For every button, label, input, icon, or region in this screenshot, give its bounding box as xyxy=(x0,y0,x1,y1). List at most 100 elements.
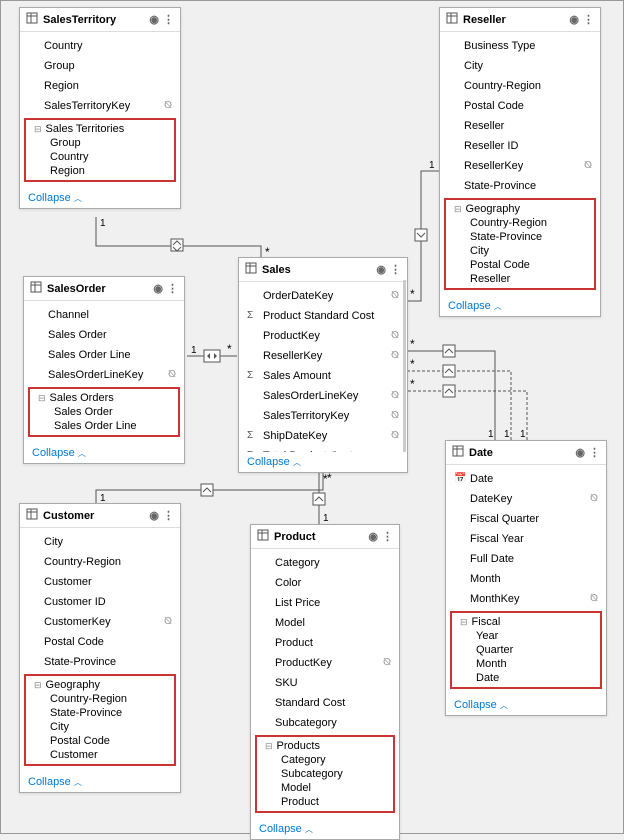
table-header[interactable]: Sales ◉ ⋮ xyxy=(239,258,407,282)
field-row[interactable]: Month xyxy=(446,569,606,589)
field-row[interactable]: Customer xyxy=(20,572,180,592)
field-row[interactable]: ΣTotal Product Cost xyxy=(239,446,407,452)
more-icon[interactable]: ⋮ xyxy=(163,509,174,522)
table-date[interactable]: Date ◉ ⋮ 📅Date DateKey⦰ Fiscal Quarter F… xyxy=(445,440,607,716)
field-row[interactable]: MonthKey⦰ xyxy=(446,589,606,609)
field-row[interactable]: Full Date xyxy=(446,549,606,569)
field-row[interactable]: SalesTerritoryKey⦰ xyxy=(239,406,407,426)
field-row[interactable]: OrderDateKey⦰ xyxy=(239,286,407,306)
field-row[interactable]: Subcategory xyxy=(251,713,399,733)
table-header[interactable]: SalesTerritory ◉ ⋮ xyxy=(20,8,180,32)
field-row[interactable]: Reseller ID xyxy=(440,136,600,156)
collapse-link[interactable]: Collapse︿ xyxy=(239,452,407,472)
hierarchy-item[interactable]: Model xyxy=(257,781,393,795)
field-row[interactable]: ΣShipDateKey⦰ xyxy=(239,426,407,446)
hierarchy-header[interactable]: ⊟Sales Territories xyxy=(26,122,174,136)
field-row[interactable]: Region xyxy=(20,76,180,96)
hierarchy-item[interactable]: Postal Code xyxy=(446,258,594,272)
hierarchy-item[interactable]: State-Province xyxy=(446,230,594,244)
field-row[interactable]: City xyxy=(440,56,600,76)
field-row[interactable]: State-Province xyxy=(440,176,600,196)
field-row[interactable]: City xyxy=(20,532,180,552)
hierarchy-header[interactable]: ⊟Geography xyxy=(446,202,594,216)
field-row[interactable]: Category xyxy=(251,553,399,573)
visibility-icon[interactable]: ◉ xyxy=(575,446,585,459)
table-header[interactable]: Product ◉ ⋮ xyxy=(251,525,399,549)
hierarchy-item[interactable]: Country xyxy=(26,150,174,164)
collapse-link[interactable]: Collapse︿ xyxy=(251,819,399,839)
scrollbar[interactable] xyxy=(403,280,406,452)
field-row[interactable]: SalesOrderLineKey⦰ xyxy=(239,386,407,406)
hierarchy-header[interactable]: ⊟Fiscal xyxy=(452,615,600,629)
table-header[interactable]: Date ◉ ⋮ xyxy=(446,441,606,465)
more-icon[interactable]: ⋮ xyxy=(382,530,393,543)
field-row[interactable]: DateKey⦰ xyxy=(446,489,606,509)
hierarchy-item[interactable]: Region xyxy=(26,164,174,178)
collapse-link[interactable]: Collapse︿ xyxy=(440,296,600,316)
field-row[interactable]: ProductKey⦰ xyxy=(251,653,399,673)
field-row[interactable]: ProductKey⦰ xyxy=(239,326,407,346)
visibility-icon[interactable]: ◉ xyxy=(153,282,163,295)
field-row[interactable]: Reseller xyxy=(440,116,600,136)
table-header[interactable]: SalesOrder ◉ ⋮ xyxy=(24,277,184,301)
field-row[interactable]: Country-Region xyxy=(20,552,180,572)
field-row[interactable]: SalesOrderLineKey⦰ xyxy=(24,365,184,385)
hierarchy-item[interactable]: Group xyxy=(26,136,174,150)
visibility-icon[interactable]: ◉ xyxy=(368,530,378,543)
field-row[interactable]: Product xyxy=(251,633,399,653)
field-row[interactable]: Country-Region xyxy=(440,76,600,96)
hierarchy-item[interactable]: Date xyxy=(452,671,600,685)
collapse-link[interactable]: Collapse︿ xyxy=(20,188,180,208)
field-row[interactable]: State-Province xyxy=(20,652,180,672)
hierarchy-item[interactable]: Subcategory xyxy=(257,767,393,781)
table-sales[interactable]: Sales ◉ ⋮ OrderDateKey⦰ ΣProduct Standar… xyxy=(238,257,408,473)
table-salesorder[interactable]: SalesOrder ◉ ⋮ Channel Sales Order Sales… xyxy=(23,276,185,464)
field-row[interactable]: Postal Code xyxy=(440,96,600,116)
field-row[interactable]: Sales Order Line xyxy=(24,345,184,365)
field-row[interactable]: ΣProduct Standard Cost xyxy=(239,306,407,326)
hierarchy-item[interactable]: City xyxy=(446,244,594,258)
table-product[interactable]: Product ◉ ⋮ Category Color List Price Mo… xyxy=(250,524,400,840)
hierarchy-item[interactable]: Postal Code xyxy=(26,734,174,748)
hierarchy-header[interactable]: ⊟Geography xyxy=(26,678,174,692)
more-icon[interactable]: ⋮ xyxy=(390,263,401,276)
field-row[interactable]: Fiscal Year xyxy=(446,529,606,549)
table-customer[interactable]: Customer ◉ ⋮ City Country-Region Custome… xyxy=(19,503,181,793)
visibility-icon[interactable]: ◉ xyxy=(149,509,159,522)
hierarchy-item[interactable]: City xyxy=(26,720,174,734)
more-icon[interactable]: ⋮ xyxy=(163,13,174,26)
hierarchy-item[interactable]: State-Province xyxy=(26,706,174,720)
field-row[interactable]: 📅Date xyxy=(446,469,606,489)
field-row[interactable]: SalesTerritoryKey⦰ xyxy=(20,96,180,116)
field-row[interactable]: Standard Cost xyxy=(251,693,399,713)
hierarchy-item[interactable]: Customer xyxy=(26,748,174,762)
hierarchy-item[interactable]: Sales Order Line xyxy=(30,419,178,433)
hierarchy-header[interactable]: ⊟Sales Orders xyxy=(30,391,178,405)
table-salesterritory[interactable]: SalesTerritory ◉ ⋮ Country Group Region … xyxy=(19,7,181,209)
field-row[interactable]: Postal Code xyxy=(20,632,180,652)
table-header[interactable]: Customer ◉ ⋮ xyxy=(20,504,180,528)
field-row[interactable]: Sales Order xyxy=(24,325,184,345)
field-row[interactable]: ΣSales Amount xyxy=(239,366,407,386)
hierarchy-item[interactable]: Quarter xyxy=(452,643,600,657)
field-row[interactable]: Customer ID xyxy=(20,592,180,612)
field-row[interactable]: Fiscal Quarter xyxy=(446,509,606,529)
field-row[interactable]: Business Type xyxy=(440,36,600,56)
field-row[interactable]: Color xyxy=(251,573,399,593)
hierarchy-item[interactable]: Sales Order xyxy=(30,405,178,419)
field-row[interactable]: Model xyxy=(251,613,399,633)
field-row[interactable]: CustomerKey⦰ xyxy=(20,612,180,632)
field-row[interactable]: Country xyxy=(20,36,180,56)
field-row[interactable]: SKU xyxy=(251,673,399,693)
more-icon[interactable]: ⋮ xyxy=(589,446,600,459)
collapse-link[interactable]: Collapse︿ xyxy=(20,772,180,792)
field-row[interactable]: ResellerKey⦰ xyxy=(440,156,600,176)
field-row[interactable]: Channel xyxy=(24,305,184,325)
hierarchy-item[interactable]: Country-Region xyxy=(446,216,594,230)
visibility-icon[interactable]: ◉ xyxy=(376,263,386,276)
field-row[interactable]: Group xyxy=(20,56,180,76)
hierarchy-item[interactable]: Product xyxy=(257,795,393,809)
hierarchy-item[interactable]: Year xyxy=(452,629,600,643)
visibility-icon[interactable]: ◉ xyxy=(149,13,159,26)
table-header[interactable]: Reseller ◉ ⋮ xyxy=(440,8,600,32)
